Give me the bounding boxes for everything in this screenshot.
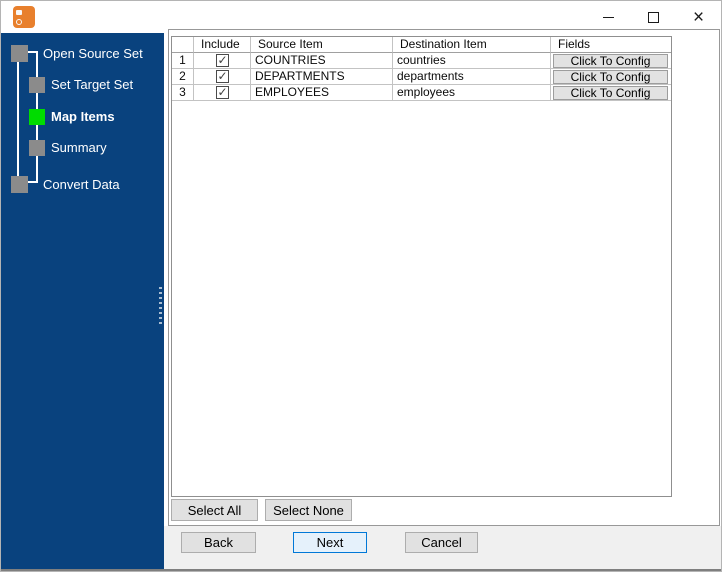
include-cell [194, 53, 251, 69]
select-none-button[interactable]: Select None [265, 499, 352, 521]
tree-connector [27, 51, 38, 53]
mapping-table: Include Source Item Destination Item Fie… [171, 36, 672, 497]
header-include: Include [194, 37, 251, 53]
header-fields: Fields [551, 37, 671, 53]
tree-connector [17, 62, 19, 176]
fields-cell: Click To Config [551, 85, 671, 101]
table-row: 3 EMPLOYEES employees Click To Config [172, 85, 671, 101]
close-icon: × [692, 6, 705, 28]
include-checkbox[interactable] [215, 85, 229, 100]
destination-item-cell[interactable]: employees [393, 85, 551, 101]
step-square-open-source-set[interactable] [11, 45, 28, 62]
cancel-button[interactable]: Cancel [405, 532, 478, 553]
source-item-cell[interactable]: COUNTRIES [251, 53, 393, 69]
destination-item-cell[interactable]: countries [393, 53, 551, 69]
table-row: 1 COUNTRIES countries Click To Config [172, 53, 671, 69]
destination-item-cell[interactable]: departments [393, 69, 551, 85]
step-label-summary: Summary [51, 140, 107, 155]
config-button[interactable]: Click To Config [553, 86, 668, 100]
step-square-convert-data[interactable] [11, 176, 28, 193]
header-source-item: Source Item [251, 37, 393, 53]
fields-cell: Click To Config [551, 53, 671, 69]
table-row: 2 DEPARTMENTS departments Click To Confi… [172, 69, 671, 85]
wizard-window: × Open Source Set Set Target Set Map Ite… [0, 0, 722, 572]
next-button[interactable]: Next [293, 532, 367, 553]
icon-detail-circle [16, 19, 22, 25]
minimize-icon [603, 16, 614, 18]
app-database-icon [13, 6, 35, 28]
row-number: 1 [172, 53, 194, 69]
config-button[interactable]: Click To Config [553, 54, 668, 68]
step-label-open-source-set: Open Source Set [43, 46, 143, 61]
row-number: 2 [172, 69, 194, 85]
maximize-icon [648, 11, 659, 23]
source-item-cell[interactable]: EMPLOYEES [251, 85, 393, 101]
include-cell [194, 69, 251, 85]
back-button[interactable]: Back [181, 532, 256, 553]
header-row-number [172, 37, 194, 53]
header-destination-item: Destination Item [393, 37, 551, 53]
config-button[interactable]: Click To Config [553, 70, 668, 84]
step-label-set-target-set: Set Target Set [51, 77, 134, 92]
splitter-grip[interactable] [159, 287, 162, 324]
tree-connector [27, 181, 38, 183]
step-label-map-items: Map Items [51, 109, 115, 124]
fields-cell: Click To Config [551, 69, 671, 85]
include-checkbox[interactable] [215, 69, 229, 84]
include-checkbox[interactable] [215, 53, 229, 68]
source-item-cell[interactable]: DEPARTMENTS [251, 69, 393, 85]
include-cell [194, 85, 251, 101]
table-header-row: Include Source Item Destination Item Fie… [172, 37, 671, 53]
step-square-map-items[interactable] [29, 109, 45, 125]
icon-detail-square [16, 10, 22, 15]
step-label-convert-data: Convert Data [43, 177, 120, 192]
select-all-button[interactable]: Select All [171, 499, 258, 521]
step-square-set-target-set[interactable] [29, 77, 45, 93]
wizard-steps-sidebar: Open Source Set Set Target Set Map Items… [1, 33, 164, 569]
step-square-summary[interactable] [29, 140, 45, 156]
row-number: 3 [172, 85, 194, 101]
